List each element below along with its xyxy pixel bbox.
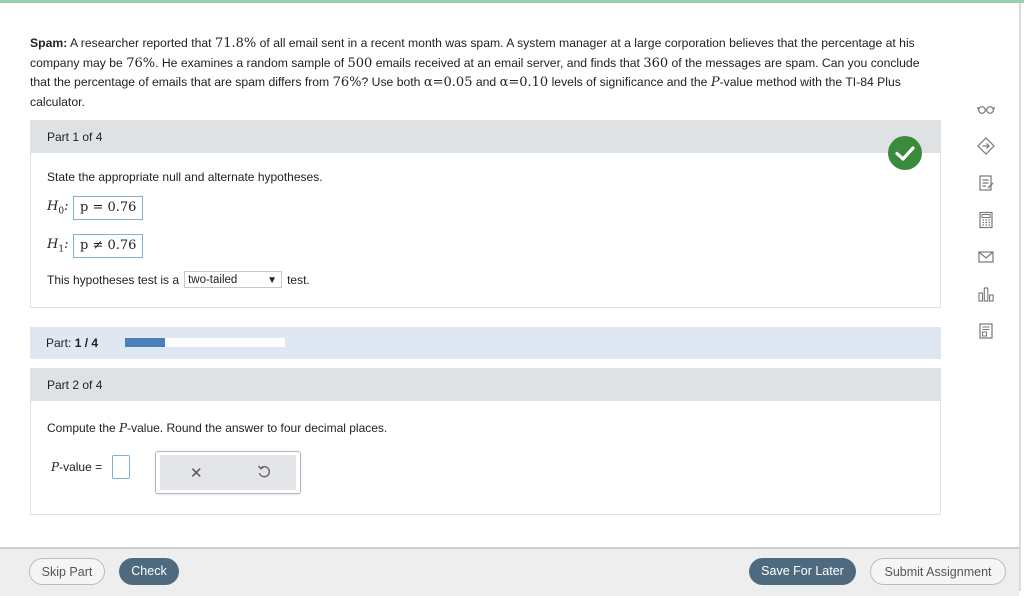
progress-label: Part: (46, 336, 72, 350)
h0-colon: : (64, 199, 69, 215)
part1-instruction: State the appropriate null and alternate… (47, 170, 323, 184)
part2-instruction: Compute the P-value. Round the answer to… (47, 421, 387, 435)
math-toolbar-body: ✕ (160, 455, 296, 490)
math-toolbar: ✕ (155, 451, 301, 494)
test-type-select[interactable]: two-tailed ▼ (184, 271, 283, 288)
part1-header: Part 1 of 4 (31, 121, 940, 153)
h1-colon: : (64, 237, 69, 253)
question-percent: 76% (332, 75, 362, 90)
test-type-row: This hypotheses test is a two-tailed ▼ te… (47, 271, 310, 288)
chart-icon[interactable] (976, 284, 996, 304)
part1-panel: Part 1 of 4 State the appropriate null a… (30, 120, 941, 308)
question-number: 360 (643, 55, 669, 71)
top-accent-strip (0, 0, 1024, 3)
save-for-later-button[interactable]: Save For Later (749, 558, 856, 585)
question-segment: . He examines a random sample of (155, 55, 348, 70)
h1-label: H1: (47, 237, 73, 255)
undo-icon[interactable] (257, 464, 271, 484)
question-percent: 71.8% (214, 36, 257, 51)
progress-track (125, 338, 285, 347)
question-alpha: α=0.10 (499, 75, 549, 90)
skip-part-button[interactable]: Skip Part (29, 558, 105, 585)
part2-panel: Part 2 of 4 Compute the P-value. Round t… (30, 368, 941, 515)
question-segment: ? Use both (361, 75, 424, 89)
question-text: Spam: A researcher reported that 71.8% o… (30, 34, 935, 111)
pvalue-label-text: -value = (59, 460, 103, 474)
part2-instruction-pre: Compute the (47, 421, 120, 435)
progress-text: Part: 1 / 4 (46, 336, 98, 350)
footer-bar: Skip Part Check Save For Later Submit As… (0, 547, 1019, 596)
h1-answer-box[interactable]: p ≠ 0.76 (73, 234, 144, 258)
clear-icon[interactable]: ✕ (190, 464, 203, 482)
part-progress: Part: 1 / 4 (30, 327, 941, 359)
question-lead: Spam: (30, 36, 68, 50)
submit-assignment-button[interactable]: Submit Assignment (870, 558, 1006, 585)
pvalue-p: P (51, 460, 60, 474)
pvalue-label: P-value = (51, 460, 102, 474)
h0-label: H0: (47, 199, 73, 217)
h0-answer-box[interactable]: p = 0.76 (73, 196, 144, 220)
notes-icon[interactable] (976, 173, 996, 193)
test-type-pre: This hypotheses test is a (47, 272, 180, 287)
question-alpha: α=0.05 (423, 75, 473, 90)
question-segment: and (472, 75, 500, 89)
test-type-post: test. (287, 272, 310, 287)
part2-instruction-p: P (119, 421, 128, 435)
question-number: 500 (347, 55, 373, 71)
question-segment: emails received at an email server, and … (372, 55, 644, 70)
null-hypothesis-row: H0: p = 0.76 (47, 196, 144, 220)
part2-instruction-post: -value. Round the answer to four decimal… (127, 421, 388, 435)
question-segment: A researcher reported that (67, 36, 215, 50)
question-segment: levels of significance and the (548, 75, 711, 89)
question-p: P (710, 75, 720, 90)
glasses-icon[interactable] (976, 99, 996, 119)
dropdown-arrow-icon: ▼ (267, 275, 278, 286)
hint-icon[interactable] (976, 136, 996, 156)
question-percent: 76% (126, 55, 156, 71)
check-button[interactable]: Check (119, 558, 179, 585)
progress-current: 1 / 4 (74, 336, 99, 350)
scroll-edge (1019, 3, 1021, 591)
progress-fill (125, 338, 165, 347)
worksheet-icon[interactable] (976, 321, 996, 341)
pvalue-input[interactable] (112, 455, 130, 479)
calculator-icon[interactable] (976, 210, 996, 230)
alt-hypothesis-row: H1: p ≠ 0.76 (47, 234, 144, 258)
mail-icon[interactable] (976, 247, 996, 267)
h1-letter: H (47, 237, 59, 253)
part2-header: Part 2 of 4 (31, 369, 940, 401)
test-type-value: two-tailed (188, 274, 238, 286)
h0-letter: H (47, 199, 59, 215)
correct-checkmark-icon (888, 136, 922, 170)
